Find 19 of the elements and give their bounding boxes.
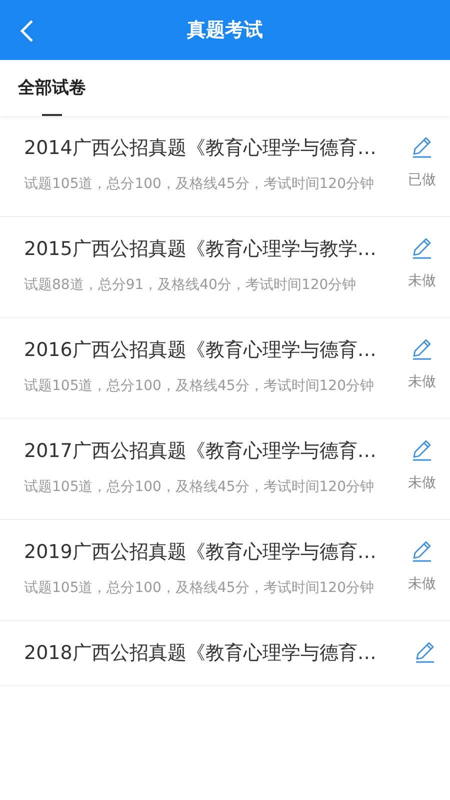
paper-info: 试题105道，总分100，及格线45分，考试时间120分钟 (24, 478, 375, 497)
status-label: 未做 (408, 575, 436, 594)
paper-title[interactable]: 2015广西公招真题《教育心理学与教学… (24, 235, 408, 263)
paper-info: 试题105道，总分100，及格线45分，考试时间120分钟 (24, 579, 375, 598)
status-label: 未做 (408, 474, 436, 493)
paper-title[interactable]: 2017广西公招真题《教育心理学与德育… (24, 437, 408, 465)
paper-info: 试题105道，总分100，及格线45分，考试时间120分钟 (24, 175, 375, 194)
paper-info: 试题88道，总分91，及格线40分，考试时间120分钟 (24, 276, 358, 295)
tab[interactable]: 全部试卷 (18, 60, 86, 116)
paper-info: 试题105道，总分100，及格线45分，考试时间120分钟 (24, 377, 375, 396)
paper-title[interactable]: 2014广西公招真题《教育心理学与德育… (24, 134, 408, 162)
back-button[interactable] (18, 18, 36, 44)
paper-title[interactable]: 2018广西公招真题《教育心理学与德育… (24, 639, 414, 667)
page-title: 真题考试 (187, 18, 263, 43)
status-label: 未做 (408, 272, 436, 291)
status-label: 未做 (408, 373, 436, 392)
paper-title[interactable]: 2016广西公招真题《教育心理学与德育… (24, 336, 408, 364)
status-label: 已做 (408, 171, 436, 190)
paper-title[interactable]: 2019广西公招真题《教育心理学与德育… (24, 538, 408, 566)
